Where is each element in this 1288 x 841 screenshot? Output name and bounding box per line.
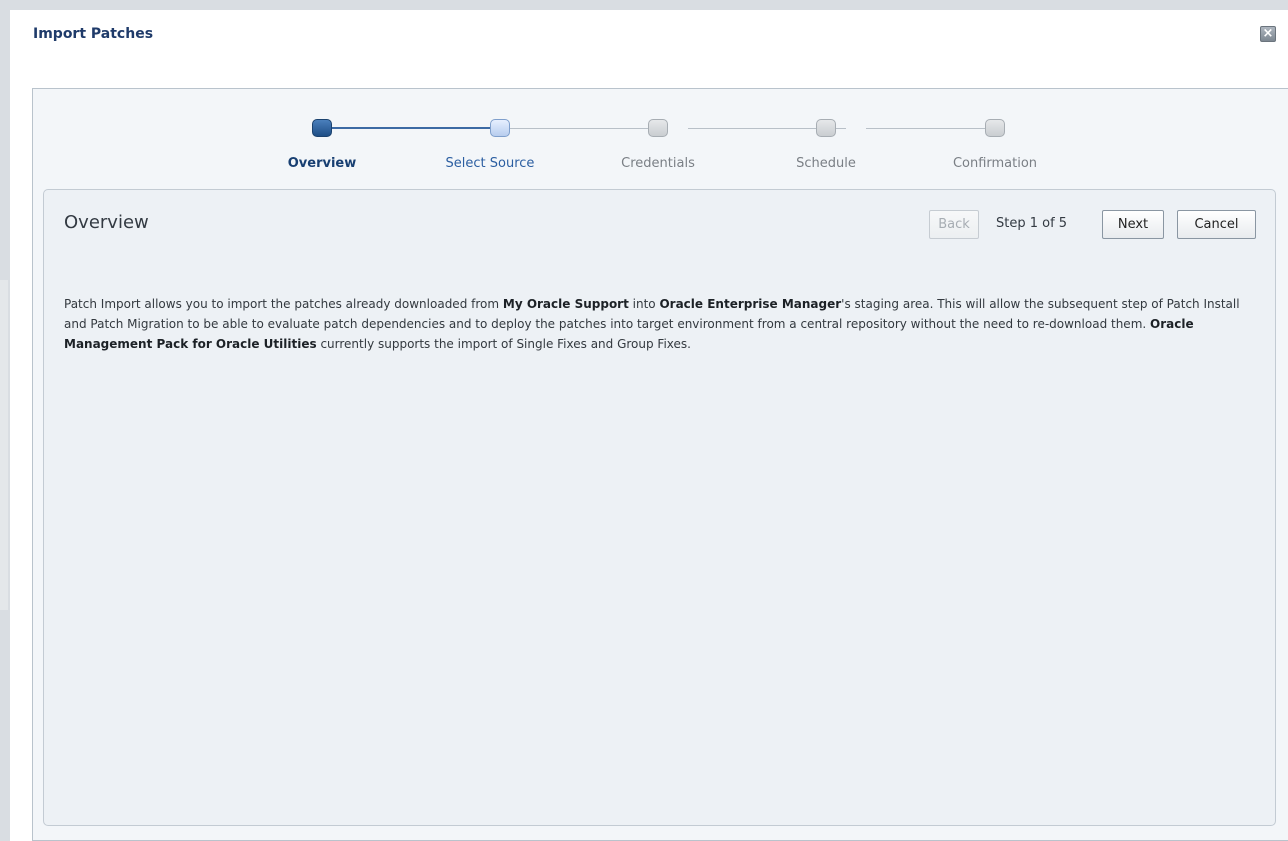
description-bold-enterprise-manager: Oracle Enterprise Manager	[659, 297, 842, 311]
step-train: Overview Select Source Credentials Sched…	[33, 89, 1288, 189]
train-label-confirmation: Confirmation	[952, 156, 1038, 171]
dialog-title-bar: Import Patches ×	[10, 10, 1288, 60]
train-stop-select-source[interactable]	[490, 119, 510, 137]
back-button: Back	[929, 210, 979, 239]
train-connector-1	[332, 127, 490, 129]
close-icon[interactable]: ×	[1260, 26, 1276, 42]
overview-panel: Overview Back Step 1 of 5 Next Cancel Pa…	[43, 189, 1276, 826]
train-stop-credentials	[648, 119, 668, 137]
step-indicator: Step 1 of 5	[996, 216, 1068, 231]
train-stop-overview[interactable]	[312, 119, 332, 137]
description-text-1: Patch Import allows you to import the pa…	[64, 297, 503, 311]
import-patches-dialog: Import Patches × Overview Select Source …	[10, 10, 1288, 841]
train-stop-confirmation	[985, 119, 1005, 137]
description-bold-my-oracle-support: My Oracle Support	[502, 297, 629, 311]
next-button[interactable]: Next	[1102, 210, 1164, 239]
wizard-panel: Overview Select Source Credentials Sched…	[32, 88, 1288, 841]
dialog-title: Import Patches	[33, 26, 154, 42]
description-text-2: into	[628, 297, 660, 311]
train-label-credentials: Credentials	[621, 156, 695, 171]
section-title: Overview	[64, 212, 149, 233]
train-label-overview[interactable]: Overview	[252, 156, 392, 171]
cancel-button[interactable]: Cancel	[1177, 210, 1256, 239]
train-label-schedule: Schedule	[796, 156, 856, 171]
description-text-4: currently supports the import of Single …	[316, 337, 691, 351]
overview-description: Patch Import allows you to import the pa…	[64, 294, 1259, 354]
train-connector-4	[866, 128, 991, 129]
background-edge	[0, 280, 8, 610]
train-stop-schedule	[816, 119, 836, 137]
train-connector-2	[510, 128, 668, 129]
train-label-select-source[interactable]: Select Source	[420, 156, 560, 171]
